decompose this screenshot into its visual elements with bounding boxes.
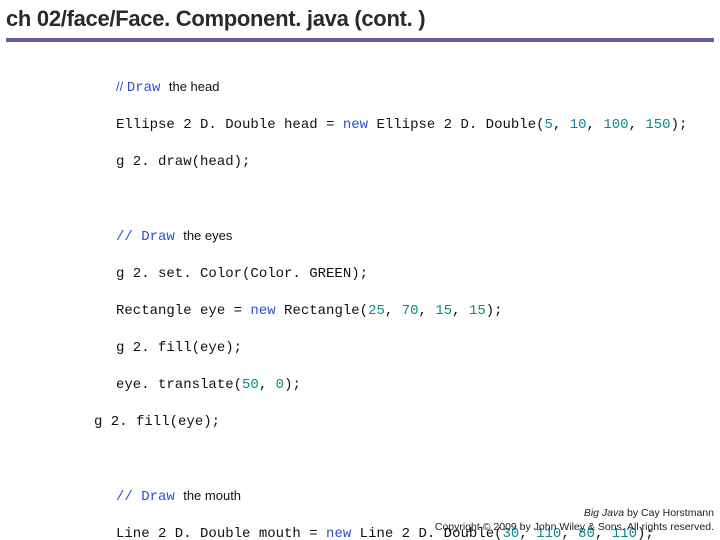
code-comment: // Draw the eyes xyxy=(116,229,232,245)
footer: Big Java by Cay Horstmann Copyright © 20… xyxy=(435,506,714,534)
code-line: g 2. draw(head); xyxy=(116,154,250,170)
code-block: // // Draw the headDraw the head Ellipse… xyxy=(0,42,720,540)
code-comment: // // Draw the headDraw the head xyxy=(116,80,219,96)
code-comment: // Draw the mouth xyxy=(116,489,241,505)
code-line: g 2. set. Color(Color. GREEN); xyxy=(116,266,368,282)
code-line: g 2. fill(eye); xyxy=(94,414,220,430)
code-line: g 2. fill(eye); xyxy=(116,340,242,356)
slide: ch 02/face/Face. Component. java (cont. … xyxy=(0,0,720,540)
code-line: eye. translate(50, 0); xyxy=(116,377,301,393)
footer-line-1: Big Java by Cay Horstmann xyxy=(435,506,714,520)
code-line: Rectangle eye = new Rectangle(25, 70, 15… xyxy=(116,303,503,319)
title-wrap: ch 02/face/Face. Component. java (cont. … xyxy=(0,0,720,42)
footer-line-2: Copyright © 2009 by John Wiley & Sons. A… xyxy=(435,520,714,534)
slide-title: ch 02/face/Face. Component. java (cont. … xyxy=(6,6,714,32)
code-line: Ellipse 2 D. Double head = new Ellipse 2… xyxy=(116,117,687,133)
